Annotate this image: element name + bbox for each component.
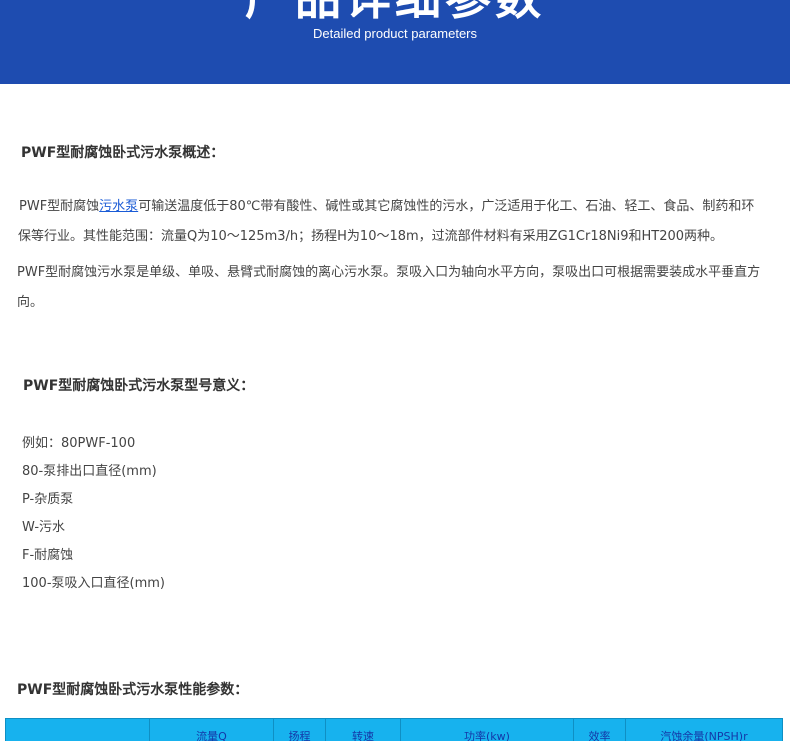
list-item: P-杂质泵 [22, 492, 74, 507]
list-item: 100-泵吸入口直径(mm) [22, 576, 165, 591]
overview-paragraph-2: PWF型耐腐蚀污水泵是单级、单吸、悬臂式耐腐蚀的离心污水泵。泵吸入口为轴向水平方… [17, 265, 761, 310]
list-item: 例如：80PWF-100 [22, 436, 136, 451]
sewage-pump-link[interactable]: 污水泵 [99, 199, 138, 214]
table-header-cell: 流量Q [150, 719, 274, 741]
table-header-cell: 扬程 [274, 719, 326, 741]
overview-paragraph-1: PWF型耐腐蚀污水泵可输送温度低于80℃带有酸性、碱性或其它腐蚀性的污水，广泛适… [18, 192, 763, 252]
table-header-cell: 功率(kw) [401, 719, 574, 741]
banner-title: 产品详细参数 [0, 0, 790, 26]
page-banner: 产品详细参数 Detailed product parameters [0, 0, 790, 84]
model-meaning-list: 例如：80PWF-100 80-泵排出口直径(mm) P-杂质泵 W-污水 F-… [22, 430, 165, 598]
performance-table-header: 流量Q 扬程 转速 功率(kw) 效率 汽蚀余量(NPSH)r [5, 718, 783, 741]
model-meaning-heading: PWF型耐腐蚀卧式污水泵型号意义： [23, 378, 255, 394]
list-item: 80-泵排出口直径(mm) [22, 464, 157, 479]
table-header-cell: 效率 [574, 719, 626, 741]
overview-heading: PWF型耐腐蚀卧式污水泵概述： [21, 145, 225, 161]
overview-text-start: PWF型耐腐蚀 [19, 199, 100, 214]
table-header-cell: 转速 [326, 719, 401, 741]
performance-heading: PWF型耐腐蚀卧式污水泵性能参数： [17, 682, 249, 698]
table-header-cell: 汽蚀余量(NPSH)r [660, 730, 748, 741]
banner-subtitle: Detailed product parameters [312, 26, 478, 41]
table-header-cell [6, 719, 150, 741]
list-item: F-耐腐蚀 [22, 548, 74, 563]
list-item: W-污水 [22, 520, 66, 535]
